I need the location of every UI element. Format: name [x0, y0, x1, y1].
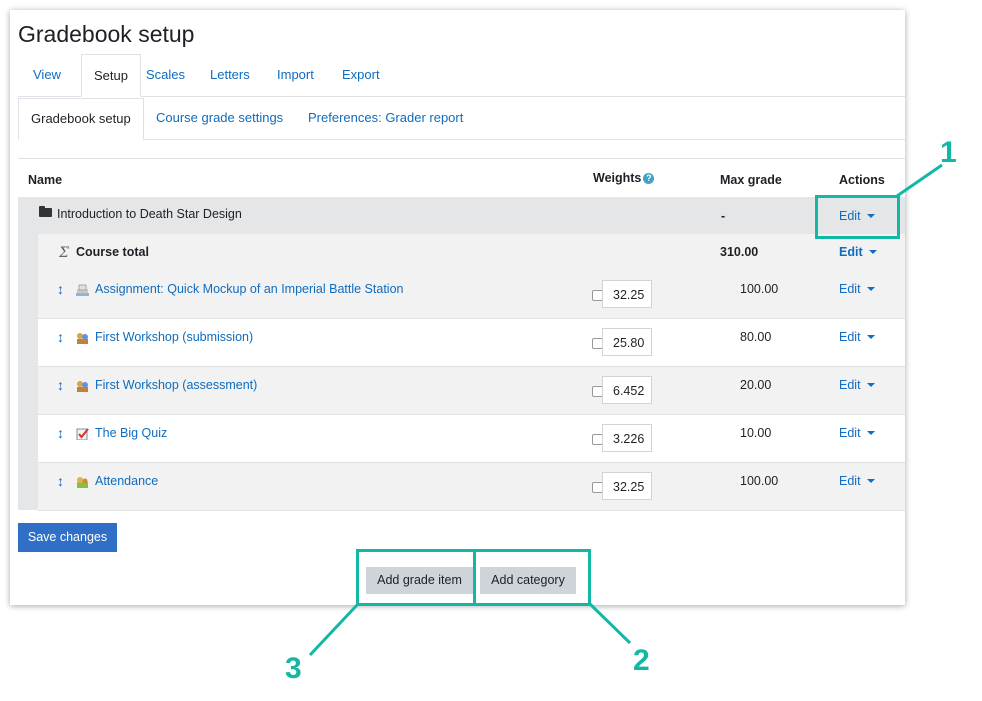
callout-number-2: 2 [633, 644, 650, 677]
callout-number-1: 1 [940, 136, 957, 169]
callout-lines [308, 163, 943, 657]
callout-number-3: 3 [285, 652, 302, 685]
